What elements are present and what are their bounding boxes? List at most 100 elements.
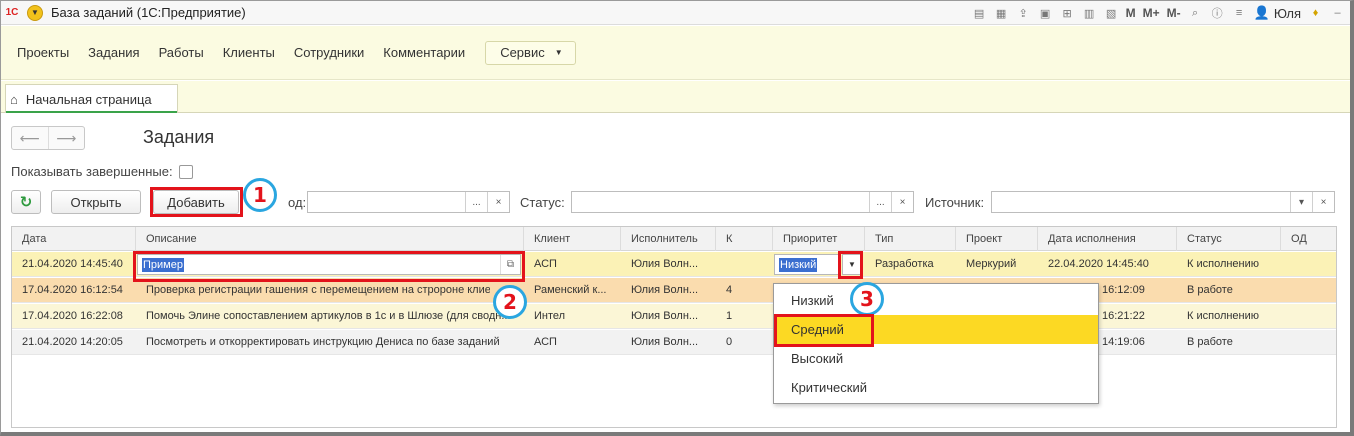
history-nav: ⟵ ⟶ [11, 126, 85, 150]
link-icon[interactable]: ⊞ [1060, 6, 1075, 21]
status-label: Статус: [520, 195, 565, 210]
priority-option-high[interactable]: Высокий [774, 344, 1098, 373]
col-type[interactable]: Тип [865, 227, 956, 251]
step-badge-3: 3 [850, 282, 884, 316]
menu-item-comments[interactable]: Комментарии [383, 45, 465, 60]
show-completed-label: Показывать завершенные: [11, 164, 173, 179]
cell-due-date: 16:21:22 [1102, 310, 1145, 322]
section-menu: Проекты Задания Работы Клиенты Сотрудник… [1, 26, 1350, 80]
col-executor[interactable]: Исполнитель [621, 227, 716, 251]
table-row[interactable]: 21.04.2020 14:20:05 Посмотреть и откорре… [12, 330, 1336, 355]
status-filter-field[interactable]: ... × [571, 191, 914, 213]
refresh-icon: ↻ [19, 194, 33, 211]
print-icon[interactable]: ▦ [994, 6, 1009, 21]
open-button[interactable]: Открыть [51, 190, 141, 214]
zoom-icon[interactable]: ⌕ [1188, 6, 1203, 21]
col-k[interactable]: К [716, 227, 773, 251]
priority-edit-value[interactable]: Низкий [779, 258, 818, 272]
tab-label: Начальная страница [25, 91, 152, 107]
minimize-icon[interactable]: – [1330, 6, 1345, 21]
tab-home[interactable]: ⌂ Начальная страница [5, 84, 178, 113]
status-filter-select-button[interactable]: ... [869, 192, 891, 212]
menu-item-clients[interactable]: Клиенты [223, 45, 275, 60]
cell-status: К исполнению [1187, 310, 1260, 322]
priority-option-critical[interactable]: Критический [774, 373, 1098, 402]
cell-executor: Юлия Волн... [631, 258, 699, 270]
code-filter-input[interactable] [308, 192, 465, 212]
main-menu-button[interactable]: ▼ [27, 4, 43, 21]
code-filter-select-button[interactable]: ... [465, 192, 487, 212]
forward-arrow-icon[interactable]: ⟶ [47, 127, 85, 149]
code-filter-field[interactable]: ... × [307, 191, 510, 213]
cell-date: 21.04.2020 14:20:05 [22, 336, 123, 348]
priority-edit-field[interactable]: Низкий [774, 254, 840, 275]
calendar-icon[interactable]: ▥ [1082, 6, 1097, 21]
cell-due-date: 14:19:06 [1102, 336, 1145, 348]
1c-logo-icon: 1С [5, 7, 19, 18]
source-filter-field[interactable]: ▾ × [991, 191, 1335, 213]
active-tab-indicator [6, 111, 177, 113]
code-filter-clear-button[interactable]: × [487, 192, 509, 212]
show-completed-row: Показывать завершенные: [11, 164, 193, 179]
col-project[interactable]: Проект [956, 227, 1038, 251]
step-badge-1: 1 [243, 178, 277, 212]
source-filter-clear-button[interactable]: × [1312, 192, 1334, 212]
tab-bar: ⌂ Начальная страница [1, 81, 1350, 113]
col-od[interactable]: ОД [1281, 227, 1338, 251]
cell-project: Меркурий [966, 258, 1017, 270]
menu-item-projects[interactable]: Проекты [17, 45, 69, 60]
col-priority[interactable]: Приоритет [773, 227, 865, 251]
col-client[interactable]: Клиент [524, 227, 621, 251]
col-status[interactable]: Статус [1177, 227, 1281, 251]
source-dropdown-button[interactable]: ▾ [1290, 192, 1312, 212]
cell-due-date: 22.04.2020 14:45:40 [1048, 258, 1149, 270]
highlight-add-button [150, 187, 243, 217]
title-bar: 1С ▼ База заданий (1С:Предприятие) ▤ ▦ ⇪… [1, 1, 1350, 25]
cell-client: Интел [534, 310, 566, 322]
app-window: 1С ▼ База заданий (1С:Предприятие) ▤ ▦ ⇪… [0, 0, 1354, 436]
service-menu-button[interactable]: Сервис ▼ [485, 40, 576, 65]
show-completed-checkbox[interactable] [178, 164, 193, 179]
refresh-button[interactable]: ↻ [11, 190, 41, 214]
col-due-date[interactable]: Дата исполнения [1038, 227, 1177, 251]
cell-status: К исполнению [1187, 258, 1260, 270]
memory-store-button[interactable]: M [1126, 6, 1136, 20]
highlight-priority-dropdown [838, 251, 863, 279]
highlight-priority-medium [774, 314, 874, 347]
col-date[interactable]: Дата [12, 227, 136, 251]
user-icon: 👤 [1253, 5, 1270, 20]
menu-item-works[interactable]: Работы [159, 45, 204, 60]
menu-item-tasks[interactable]: Задания [88, 45, 139, 60]
save-icon[interactable]: ▤ [972, 6, 987, 21]
status-filter-input[interactable] [572, 192, 869, 212]
priority-option-low[interactable]: Низкий [774, 286, 1098, 315]
cell-status: В работе [1187, 284, 1233, 296]
highlight-description-field [133, 251, 525, 282]
home-icon: ⌂ [10, 91, 18, 107]
info-icon[interactable]: ⓘ [1210, 6, 1225, 21]
cell-description: Помочь Элине сопоставлением артикулов в … [146, 310, 511, 322]
calculator-icon[interactable]: ▧ [1104, 6, 1119, 21]
cell-k: 0 [726, 336, 733, 348]
cell-due-date: 16:12:09 [1102, 284, 1145, 296]
settings-icon[interactable]: ≡ [1232, 6, 1247, 21]
page-title: Задания [143, 127, 215, 147]
table-row[interactable]: 17.04.2020 16:22:08 Помочь Элине сопоста… [12, 304, 1336, 329]
notification-icon[interactable]: ♦ [1308, 6, 1323, 21]
cell-type: Разработка [875, 258, 934, 270]
back-arrow-icon[interactable]: ⟵ [12, 127, 48, 149]
cell-date: 17.04.2020 16:22:08 [22, 310, 123, 322]
upload-icon[interactable]: ⇪ [1016, 6, 1031, 21]
printer-icon[interactable]: ▣ [1038, 6, 1053, 21]
col-description[interactable]: Описание [136, 227, 524, 251]
menu-item-employees[interactable]: Сотрудники [294, 45, 364, 60]
cell-executor: Юлия Волн... [631, 284, 699, 296]
memory-subtract-button[interactable]: M- [1167, 6, 1181, 20]
cell-k: 4 [726, 284, 733, 296]
memory-add-button[interactable]: M+ [1143, 6, 1160, 20]
title-toolbar: ▤ ▦ ⇪ ▣ ⊞ ▥ ▧ M M+ M- ⌕ ⓘ ≡ 👤 Юля ♦ – [972, 1, 1345, 25]
user-menu[interactable]: 👤 Юля [1254, 5, 1301, 21]
user-name: Юля [1273, 5, 1301, 21]
source-filter-input[interactable] [992, 192, 1290, 212]
status-filter-clear-button[interactable]: × [891, 192, 913, 212]
